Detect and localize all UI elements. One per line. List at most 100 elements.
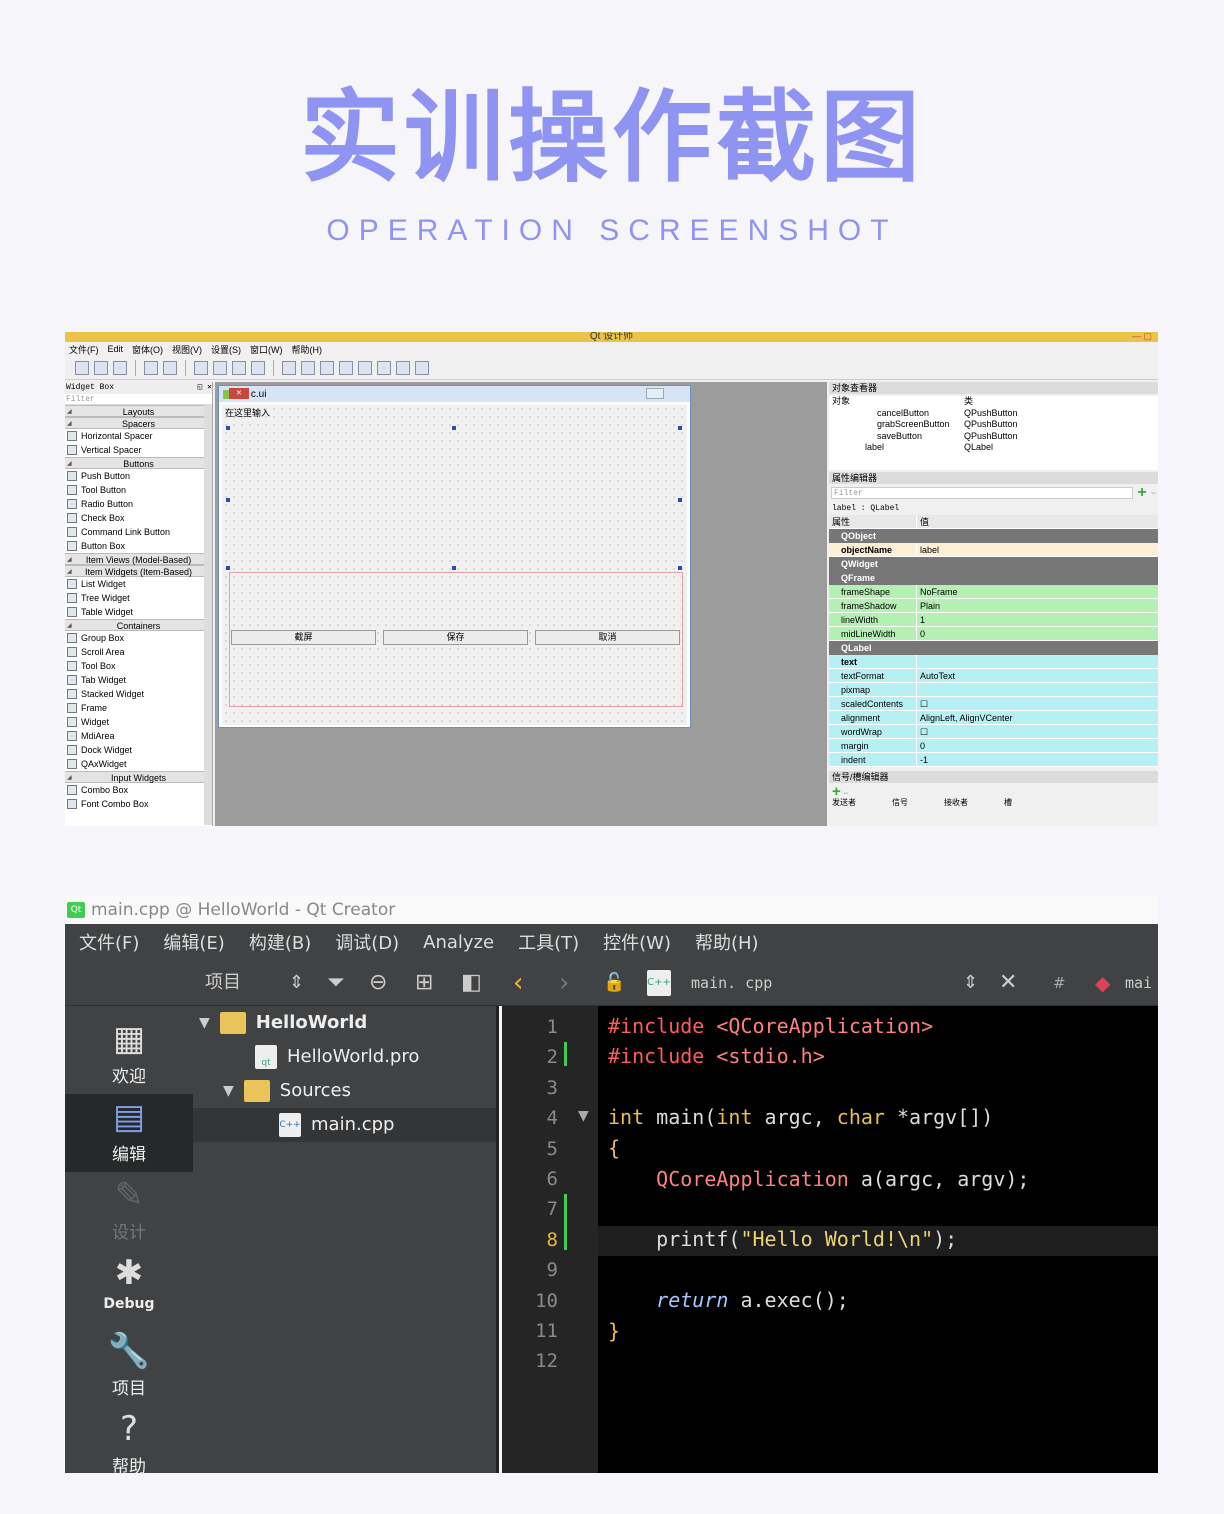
widget-item[interactable]: Tool Box xyxy=(65,659,212,673)
mode-welcome[interactable]: ▦ 欢迎 xyxy=(65,1016,193,1094)
forward-arrow-icon[interactable]: › xyxy=(559,960,569,1006)
code-editor[interactable]: #include <QCoreApplication> #include <st… xyxy=(598,1006,1158,1473)
widget-item[interactable]: Push Button xyxy=(65,469,212,483)
property-value[interactable] xyxy=(917,683,920,696)
layout-horizontal-icon[interactable] xyxy=(282,360,296,375)
widget-box-scrollbar[interactable] xyxy=(204,405,212,825)
property-section[interactable]: QObject xyxy=(829,529,1158,543)
menu-edit[interactable]: Edit xyxy=(108,344,124,354)
updown-icon[interactable]: ⇕ xyxy=(289,960,304,1006)
adjust-size-icon[interactable] xyxy=(415,360,429,375)
mode-help[interactable]: ? 帮助 xyxy=(65,1406,193,1473)
object-row[interactable]: grabScreenButton QPushButton xyxy=(829,419,1158,431)
property-row[interactable]: frameShape NoFrame xyxy=(829,585,1158,599)
hash-label[interactable]: # xyxy=(1053,960,1066,1006)
property-value[interactable] xyxy=(917,655,920,668)
layout-grid-icon[interactable] xyxy=(358,360,372,375)
break-layout-icon[interactable] xyxy=(396,360,410,375)
property-row[interactable]: alignment AlignLeft, AlignVCenter xyxy=(829,711,1158,725)
property-row[interactable]: pixmap xyxy=(829,683,1158,697)
widget-item[interactable]: Horizontal Spacer xyxy=(65,429,212,443)
edit-signals-icon[interactable] xyxy=(213,360,227,375)
widget-category[interactable]: Input Widgets xyxy=(65,771,212,784)
expand-arrow-icon[interactable]: ▼ xyxy=(199,1006,210,1040)
widget-category[interactable]: Buttons xyxy=(65,457,212,470)
selection-handle[interactable] xyxy=(452,566,456,570)
new-icon[interactable] xyxy=(75,360,89,375)
filter-icon[interactable]: ⏷ xyxy=(327,960,345,1006)
selection-handle[interactable] xyxy=(226,498,230,502)
mode-design[interactable]: ✎ 设计 xyxy=(65,1172,193,1250)
widget-item[interactable]: Tree Widget xyxy=(65,591,212,605)
selection-handle[interactable] xyxy=(452,426,456,430)
menu-form[interactable]: 窗体(O) xyxy=(132,343,163,356)
property-value[interactable]: label xyxy=(917,543,939,556)
property-value[interactable]: ☐ xyxy=(917,697,928,710)
widget-item[interactable]: Check Box xyxy=(65,511,212,525)
property-value[interactable]: 1 xyxy=(917,613,925,626)
selection-handle[interactable] xyxy=(678,426,682,430)
widget-category[interactable]: Containers xyxy=(65,619,212,632)
property-value[interactable]: ☐ xyxy=(917,725,928,738)
link-icon[interactable]: ⊖ xyxy=(369,960,387,1006)
tree-item-main-cpp[interactable]: C++ main.cpp xyxy=(279,1108,394,1142)
form-label[interactable]: 在这里输入 xyxy=(225,406,270,419)
file-updown-icon[interactable]: ⇕ xyxy=(963,960,978,1006)
mode-debug[interactable]: ✱ Debug xyxy=(65,1250,193,1328)
window-controls[interactable]: — ▢ xyxy=(1132,332,1152,341)
widget-item[interactable]: Dock Widget xyxy=(65,743,212,757)
selection-handle[interactable] xyxy=(678,566,682,570)
widget-item[interactable]: Radio Button xyxy=(65,497,212,511)
tree-item-project[interactable]: ▼ HelloWorld xyxy=(199,1006,367,1040)
open-file-name[interactable]: main. cpp xyxy=(691,960,772,1006)
property-row[interactable]: objectName label xyxy=(829,543,1158,557)
edit-widgets-icon[interactable] xyxy=(194,360,208,375)
property-value[interactable]: AlignLeft, AlignVCenter xyxy=(917,711,1013,724)
edit-tab-order-icon[interactable] xyxy=(251,360,265,375)
property-section[interactable]: QFrame xyxy=(829,571,1158,585)
widget-item[interactable]: Scroll Area xyxy=(65,645,212,659)
selection-handle[interactable] xyxy=(678,498,682,502)
split-icon[interactable]: ⊞ xyxy=(415,960,433,1006)
object-row[interactable]: cancelButton QPushButton xyxy=(829,408,1158,420)
menu-analyze[interactable]: Analyze xyxy=(423,932,494,953)
tree-item-pro-file[interactable]: qt HelloWorld.pro xyxy=(255,1040,419,1074)
property-filter-input[interactable]: Filter xyxy=(831,487,1134,499)
widget-item[interactable]: Font Combo Box xyxy=(65,797,212,811)
widget-item[interactable]: Frame xyxy=(65,701,212,715)
menu-controls[interactable]: 控件(W) xyxy=(603,929,671,955)
back-arrow-icon[interactable]: ‹ xyxy=(513,960,523,1006)
object-row[interactable]: label QLabel xyxy=(829,442,1158,454)
widget-item[interactable]: Combo Box xyxy=(65,783,212,797)
widget-item[interactable]: Vertical Spacer xyxy=(65,443,212,457)
widget-item[interactable]: Button Box xyxy=(65,539,212,553)
mode-edit[interactable]: ▤ 编辑 xyxy=(65,1094,193,1172)
menu-view[interactable]: 视图(V) xyxy=(172,343,202,356)
widget-item[interactable]: Stacked Widget xyxy=(65,687,212,701)
property-row[interactable]: frameShadow Plain xyxy=(829,599,1158,613)
widget-item[interactable]: MdiArea xyxy=(65,729,212,743)
menu-edit[interactable]: 编辑(E) xyxy=(163,929,224,955)
widget-item[interactable]: Table Widget xyxy=(65,605,212,619)
menu-file[interactable]: 文件(F) xyxy=(79,929,139,955)
edit-buddies-icon[interactable] xyxy=(232,360,246,375)
selection-handle[interactable] xyxy=(226,566,230,570)
fold-arrow-icon[interactable]: ▼ xyxy=(578,1108,589,1124)
property-row[interactable]: wordWrap ☐ xyxy=(829,725,1158,739)
selection-handle[interactable] xyxy=(226,426,230,430)
bring-front-icon[interactable] xyxy=(163,360,177,375)
minimize-button[interactable] xyxy=(646,388,664,399)
widget-category[interactable]: Item Views (Model-Based) xyxy=(65,553,212,566)
tree-item-sources[interactable]: ▼ Sources xyxy=(223,1074,351,1108)
menu-help[interactable]: 帮助(H) xyxy=(695,929,759,955)
widget-item[interactable]: Widget xyxy=(65,715,212,729)
menu-file[interactable]: 文件(F) xyxy=(69,343,99,356)
add-property-icon[interactable]: + xyxy=(1137,484,1146,502)
property-value[interactable]: -1 xyxy=(917,753,928,766)
symbol-dropdown[interactable]: mai xyxy=(1125,960,1152,1006)
widget-item[interactable]: Tool Button xyxy=(65,483,212,497)
menu-tools[interactable]: 工具(T) xyxy=(518,929,579,955)
property-value[interactable]: NoFrame xyxy=(917,585,958,598)
widget-category[interactable]: Layouts xyxy=(65,405,212,418)
object-row[interactable]: saveButton QPushButton xyxy=(829,431,1158,443)
